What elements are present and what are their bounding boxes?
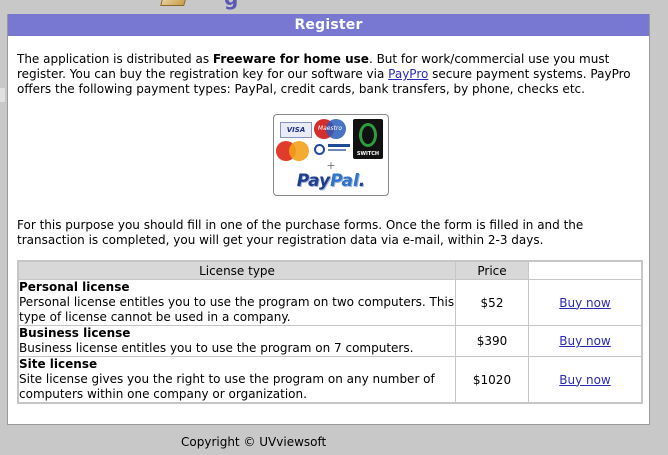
mastercard-icon	[276, 141, 310, 161]
license-name: Personal license	[19, 280, 130, 294]
license-description: Site license gives you the right to use …	[19, 372, 435, 401]
license-price: $1020	[455, 356, 529, 404]
license-description: Personal license entitles you to use the…	[19, 295, 455, 324]
paypro-link[interactable]: PayPro	[388, 67, 428, 81]
license-name: Business license	[19, 326, 131, 340]
right-edge	[657, 14, 668, 455]
license-name: Site license	[19, 357, 98, 371]
table-row: Site license Site license gives you the …	[17, 356, 643, 404]
column-header-license-type: License type	[17, 260, 456, 280]
copyright-text: Copyright © UVviewsoft	[181, 435, 327, 449]
payment-methods-logo: VISA Maestro SWITCH + PayPal.	[273, 114, 389, 196]
site-logo[interactable]: g	[160, 0, 250, 10]
buy-cell: Buy now	[528, 325, 643, 357]
panel-title: Register	[8, 14, 649, 36]
license-price: $390	[455, 325, 529, 357]
visa-icon: VISA	[280, 122, 312, 138]
paypal-icon: PayPal.	[296, 171, 366, 191]
license-cell: Personal license Personal license entitl…	[17, 279, 456, 326]
logo-text-fragment: g	[224, 0, 238, 10]
buy-cell: Buy now	[528, 279, 643, 326]
table-row: Personal license Personal license entitl…	[17, 279, 643, 326]
buy-cell: Buy now	[528, 356, 643, 404]
logo-book-icon	[160, 0, 188, 6]
switch-icon: SWITCH	[353, 119, 383, 159]
license-table: License type Price Personal license Pers…	[17, 260, 643, 404]
left-edge-tab	[0, 88, 5, 102]
top-strip: g	[0, 0, 668, 14]
diners-club-icon	[314, 143, 350, 157]
license-cell: Business license Business license entitl…	[17, 325, 456, 357]
freeware-bold: Freeware for home use	[212, 52, 369, 66]
intro-part1: The application is distributed as	[17, 52, 213, 66]
table-row: Business license Business license entitl…	[17, 325, 643, 357]
column-header-action	[528, 260, 643, 280]
license-price: $52	[455, 279, 529, 326]
table-header-row: License type Price	[17, 260, 643, 280]
footer-links-cutoff	[181, 451, 301, 455]
purchase-instructions: For this purpose you should fill in one …	[17, 218, 584, 247]
buy-now-link-site[interactable]: Buy now	[559, 373, 611, 387]
buy-now-link-business[interactable]: Buy now	[559, 334, 611, 348]
column-header-price: Price	[455, 260, 529, 280]
intro-text: The application is distributed as Freewa…	[17, 52, 642, 97]
maestro-icon: Maestro	[314, 119, 346, 139]
license-cell: Site license Site license gives you the …	[17, 356, 456, 404]
register-panel: Register The application is distributed …	[7, 14, 650, 425]
buy-now-link-personal[interactable]: Buy now	[559, 296, 611, 310]
license-description: Business license entitles you to use the…	[19, 341, 414, 355]
